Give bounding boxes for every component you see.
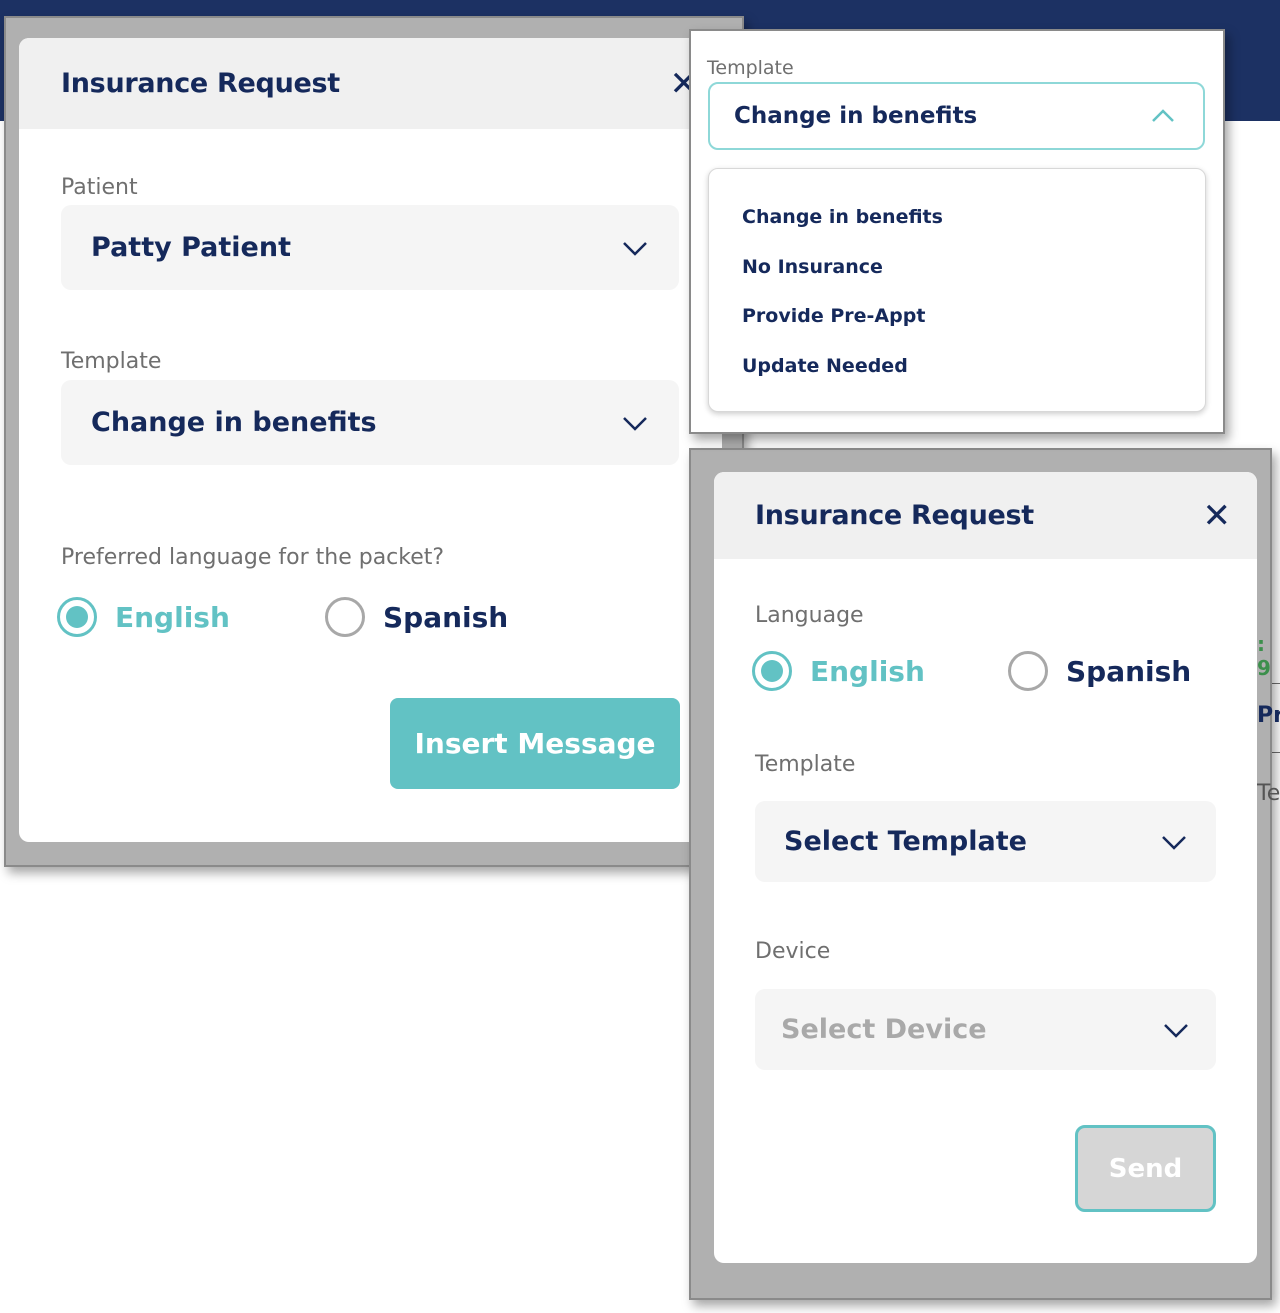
insert-message-button[interactable]: Insert Message: [390, 698, 680, 789]
chevron-down-icon: [623, 416, 647, 431]
patient-select-value: Patty Patient: [91, 232, 291, 263]
language-label: Language: [755, 603, 864, 628]
background-text-fragment: : 9: [1257, 632, 1271, 680]
language-question: Preferred language for the packet?: [61, 545, 445, 570]
radio-spanish[interactable]: Spanish: [1008, 651, 1191, 691]
device-select-placeholder: Select Device: [781, 1014, 987, 1045]
right-insurance-request-modal: Insurance Request ✕ Language English Spa…: [714, 472, 1257, 1263]
template-label: Template: [755, 752, 856, 777]
modal-header: Insurance Request ✕: [19, 38, 722, 129]
template-selected-value: Change in benefits: [734, 103, 978, 129]
radio-english[interactable]: English: [57, 597, 230, 637]
template-select-value: Select Template: [784, 826, 1027, 857]
template-option[interactable]: Provide Pre-Appt: [709, 298, 1205, 348]
template-option[interactable]: Update Needed: [709, 348, 1205, 398]
template-select-open[interactable]: Change in benefits: [708, 82, 1205, 150]
modal-title: Insurance Request: [755, 500, 1034, 531]
radio-spanish-label[interactable]: Spanish: [1066, 655, 1191, 688]
chevron-down-icon: [1162, 835, 1186, 850]
close-icon[interactable]: ✕: [1203, 499, 1232, 533]
modal-title: Insurance Request: [61, 68, 340, 99]
template-select[interactable]: Select Template: [755, 801, 1216, 882]
device-select[interactable]: Select Device: [755, 989, 1216, 1070]
radio-spanish-button[interactable]: [325, 597, 365, 637]
template-select-value: Change in benefits: [91, 407, 377, 438]
patient-label: Patient: [61, 175, 138, 200]
template-options-menu: Change in benefits No Insurance Provide …: [708, 168, 1206, 412]
template-option[interactable]: Change in benefits: [709, 199, 1205, 249]
send-button[interactable]: Send: [1075, 1125, 1216, 1212]
modal-header: Insurance Request ✕: [714, 472, 1257, 559]
chevron-down-icon: [623, 241, 647, 256]
radio-english-label[interactable]: English: [810, 655, 925, 688]
radio-english-button[interactable]: [57, 597, 97, 637]
radio-spanish-button[interactable]: [1008, 651, 1048, 691]
template-label: Template: [707, 57, 794, 79]
device-label: Device: [755, 939, 831, 964]
template-label: Template: [61, 349, 162, 374]
radio-english-label[interactable]: English: [115, 601, 230, 634]
patient-select[interactable]: Patty Patient: [61, 205, 679, 290]
radio-english-button[interactable]: [752, 651, 792, 691]
radio-spanish[interactable]: Spanish: [325, 597, 508, 637]
radio-english[interactable]: English: [752, 651, 925, 691]
left-insurance-request-modal: Insurance Request ✕ Patient Patty Patien…: [19, 38, 722, 842]
background-text-fragment: Pr: [1257, 703, 1280, 728]
radio-spanish-label[interactable]: Spanish: [383, 601, 508, 634]
template-dropdown-popover: Template Change in benefits Change in be…: [689, 29, 1225, 434]
template-option[interactable]: No Insurance: [709, 249, 1205, 299]
template-select[interactable]: Change in benefits: [61, 380, 679, 465]
background-text-fragment: Te: [1257, 781, 1280, 806]
chevron-down-icon: [1164, 1023, 1188, 1038]
chevron-up-icon: [1152, 109, 1174, 122]
